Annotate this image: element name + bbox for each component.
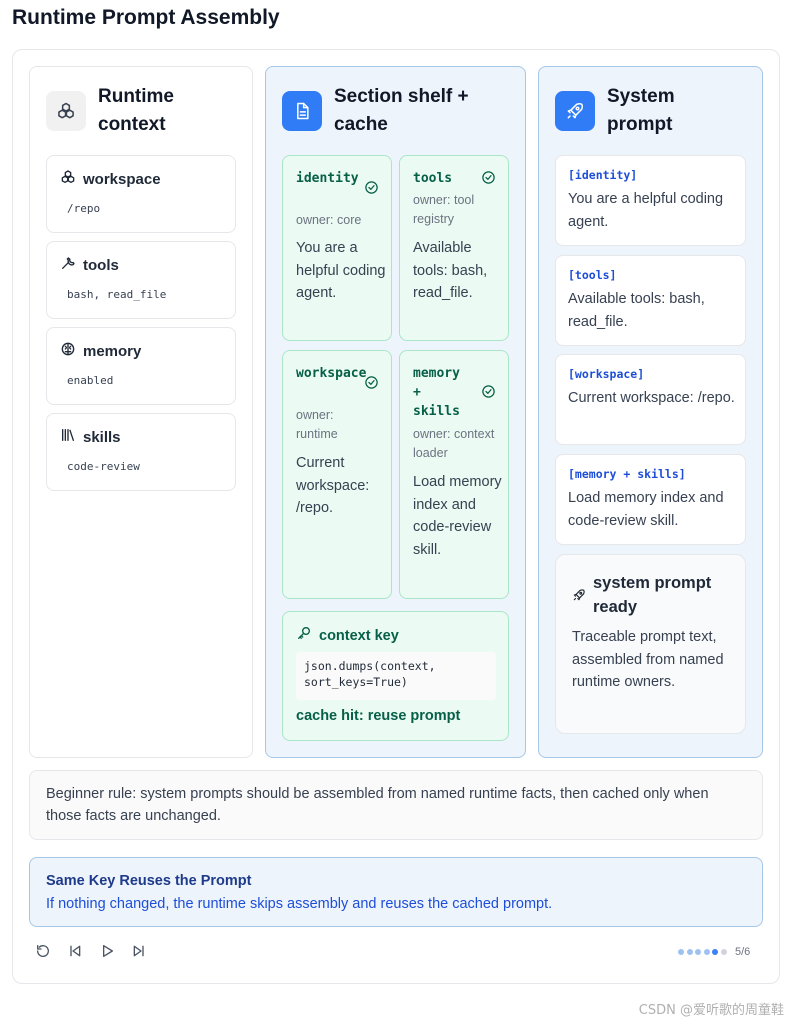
section-owner: owner: core <box>296 213 362 227</box>
step-title: Same Key Reuses the Prompt <box>46 873 252 889</box>
context-item-label: workspace <box>83 171 161 188</box>
brain-icon <box>60 341 76 362</box>
section-shelf-column: Section shelf + cache identity owner: co… <box>265 66 526 758</box>
skip-back-icon <box>67 943 83 964</box>
prompt-block-memory-skills: [memory + skills] Load memory index and … <box>555 454 746 545</box>
section-card-identity: identity owner: core You are a helpful c… <box>282 155 392 341</box>
context-item-label: memory <box>83 343 142 360</box>
progress-dot[interactable] <box>686 949 693 955</box>
wrench-icon <box>60 255 76 276</box>
skip-forward-icon <box>131 943 147 964</box>
context-item-value: bash, read_file <box>67 288 167 301</box>
play-button[interactable] <box>97 943 117 963</box>
prompt-block-tag: [workspace] <box>568 367 645 381</box>
system-prompt-column: System prompt [identity] You are a helpf… <box>538 66 763 758</box>
check-circle-icon <box>481 384 496 404</box>
section-body: Current workspace: /repo. <box>296 455 370 516</box>
prompt-block-tag: [tools] <box>568 268 617 282</box>
progress-dot[interactable] <box>703 949 710 955</box>
section-card-tools: tools owner: tool registry Available too… <box>399 155 509 341</box>
section-owner: owner: tool registry <box>413 193 475 226</box>
section-shelf-title: Section shelf + cache <box>334 86 469 135</box>
progress-dot-current[interactable] <box>712 949 718 955</box>
section-owner: owner: context loader <box>413 427 495 460</box>
prompt-ready-title: system prompt ready <box>593 574 712 616</box>
prompt-block-tools: [tools] Available tools: bash, read_file… <box>555 255 746 346</box>
prompt-block-identity: [identity] You are a helpful coding agen… <box>555 155 746 246</box>
rocket-icon <box>555 91 595 131</box>
prompt-block-text: You are a helpful coding agent. <box>568 191 724 230</box>
key-icon <box>296 625 312 646</box>
progress-dot[interactable] <box>695 949 701 955</box>
prompt-block-text: Current workspace: /repo. <box>568 390 735 406</box>
context-key-code: json.dumps(context, sort_keys=True) <box>296 652 496 700</box>
section-name: memory + skills <box>413 366 460 419</box>
context-item-skills: skills code-review <box>46 413 236 491</box>
section-shelf-header: Section shelf + cache <box>282 83 494 139</box>
section-body: You are a helpful coding agent. <box>296 240 386 301</box>
cubes-icon <box>46 91 86 131</box>
restart-button[interactable] <box>33 943 53 963</box>
prompt-block-text: Available tools: bash, read_file. <box>568 291 705 330</box>
restart-icon <box>35 943 51 964</box>
step-progress: 5/6 <box>678 946 750 958</box>
section-body: Load memory index and code-review skill. <box>413 474 502 558</box>
runtime-context-column: Runtime context workspace /repo tools ba… <box>29 66 253 758</box>
next-step-button[interactable] <box>129 943 149 963</box>
context-item-memory: memory enabled <box>46 327 236 405</box>
context-item-label: skills <box>83 429 121 446</box>
rocket-icon <box>572 588 586 607</box>
check-circle-icon <box>481 170 496 190</box>
section-body: Available tools: bash, read_file. <box>413 240 488 301</box>
context-key-label: context key <box>319 627 399 644</box>
context-item-workspace: workspace /repo <box>46 155 236 233</box>
section-owner: owner: runtime <box>296 408 338 441</box>
context-item-value: code-review <box>67 460 140 473</box>
prompt-ready-text: Traceable prompt text, assembled from na… <box>572 629 724 690</box>
cubes-icon <box>60 169 76 190</box>
progress-label: 5/6 <box>735 946 751 958</box>
prompt-block-text: Load memory index and code-review skill. <box>568 490 724 529</box>
section-name: identity <box>296 171 359 186</box>
context-key-card: context key json.dumps(context, sort_key… <box>282 611 509 741</box>
prompt-block-workspace: [workspace] Current workspace: /repo. <box>555 354 746 445</box>
step-description: If nothing changed, the runtime skips as… <box>46 896 553 912</box>
prompt-block-tag: [identity] <box>568 168 638 182</box>
library-icon <box>60 427 76 448</box>
beginner-rule: Beginner rule: system prompts should be … <box>29 770 763 840</box>
runtime-context-header: Runtime context <box>46 83 198 139</box>
step-caption: Same Key Reuses the Prompt If nothing ch… <box>29 857 763 927</box>
context-item-tools: tools bash, read_file <box>46 241 236 319</box>
page-title: Runtime Prompt Assembly <box>12 6 280 29</box>
play-icon <box>99 943 115 964</box>
context-item-label: tools <box>83 257 119 274</box>
section-card-workspace: workspace owner: runtime Current workspa… <box>282 350 392 599</box>
cache-status: cache hit: reuse prompt <box>296 708 461 724</box>
section-card-memory-skills: memory + skills owner: context loader Lo… <box>399 350 509 599</box>
runtime-context-title: Runtime context <box>98 86 174 135</box>
playback-controls <box>33 943 161 963</box>
progress-dot[interactable] <box>720 949 727 955</box>
prompt-ready-card: system prompt ready Traceable prompt tex… <box>555 554 746 734</box>
system-prompt-header: System prompt <box>555 83 707 139</box>
watermark: CSDN @爱听歌的周童鞋 <box>638 1003 784 1018</box>
check-circle-icon <box>364 180 379 200</box>
check-circle-icon <box>364 375 379 395</box>
progress-dot[interactable] <box>678 949 684 955</box>
section-name: workspace <box>296 366 367 381</box>
section-name: tools <box>413 171 453 186</box>
prompt-block-tag: [memory + skills] <box>568 467 686 481</box>
previous-step-button[interactable] <box>65 943 85 963</box>
context-item-value: /repo <box>67 202 101 215</box>
document-icon <box>282 91 322 131</box>
context-item-value: enabled <box>67 374 114 387</box>
system-prompt-title: System prompt <box>607 86 675 135</box>
